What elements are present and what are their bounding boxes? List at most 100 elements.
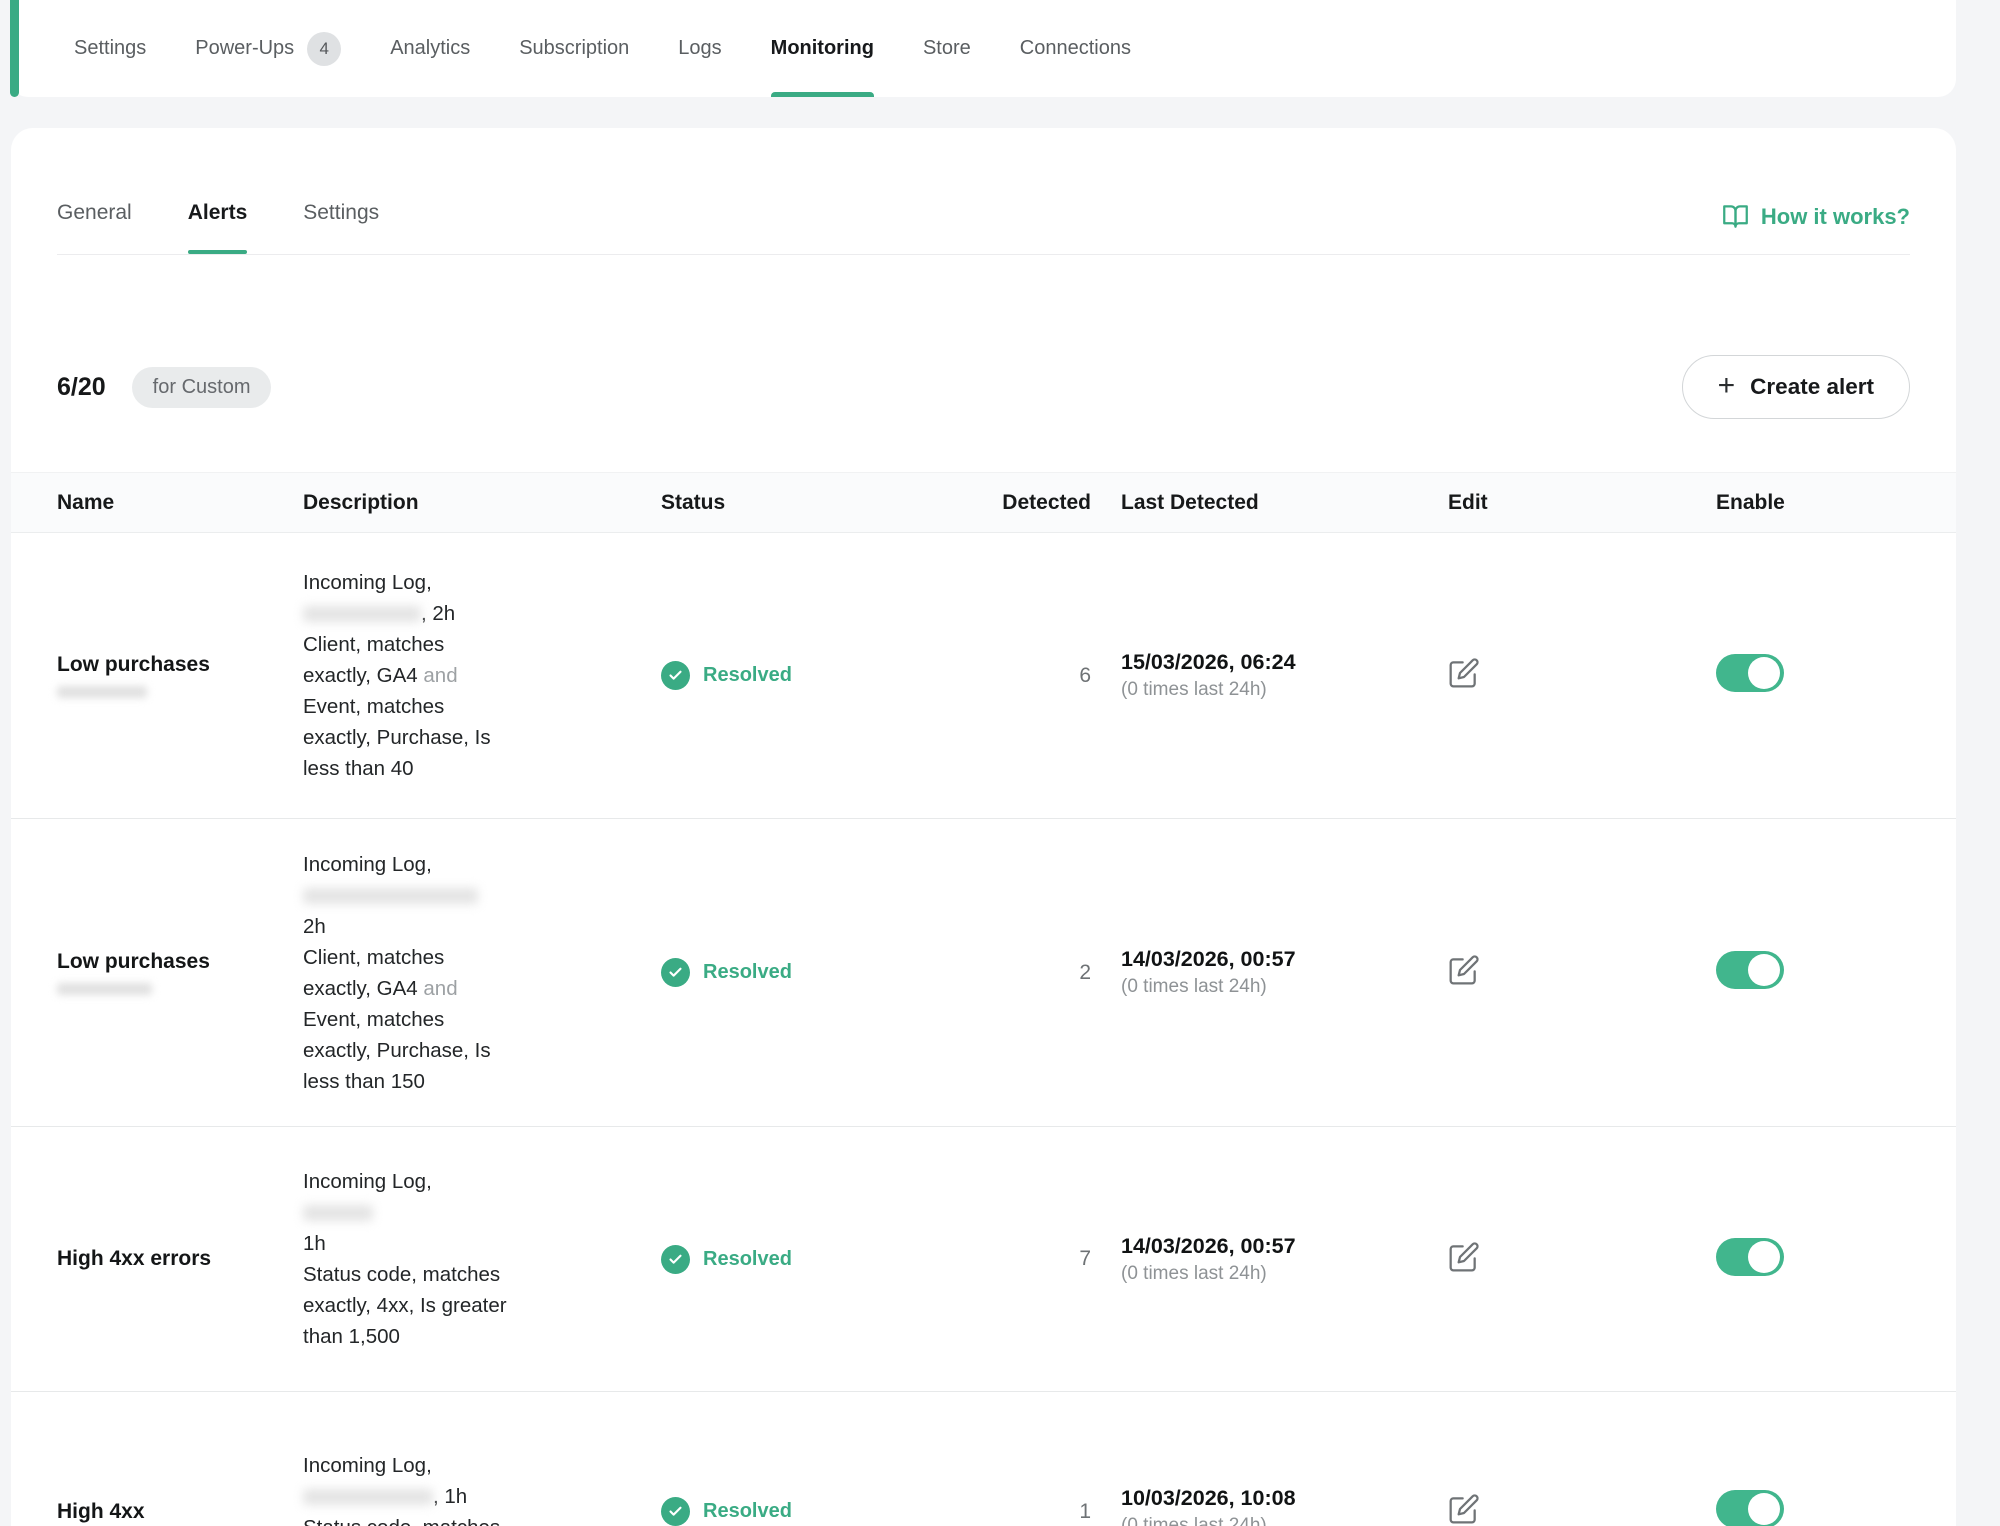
- last-detected-note: (0 times last 24h): [1121, 1515, 1448, 1526]
- col-header-name: Name: [57, 491, 303, 515]
- description-text: Incoming Log,: [303, 853, 432, 876]
- redacted-text: [303, 888, 478, 904]
- description-line: exactly, GA4 and: [303, 660, 661, 691]
- description-text: and: [423, 664, 457, 687]
- alert-name: Low purchases: [57, 950, 303, 974]
- how-it-works-label: How it works?: [1761, 204, 1910, 230]
- toggle-knob: [1748, 1241, 1780, 1273]
- enable-toggle[interactable]: [1716, 1238, 1784, 1276]
- status-badge: Resolved: [661, 958, 961, 987]
- edit-alert-button[interactable]: [1448, 1492, 1482, 1526]
- description-text: and: [423, 977, 457, 1000]
- subtab-settings[interactable]: Settings: [303, 198, 379, 254]
- enable-cell: [1716, 951, 1956, 994]
- redacted-text: [303, 606, 421, 622]
- nav-tab-analytics[interactable]: Analytics: [390, 0, 470, 97]
- edit-pencil-icon: [1448, 1493, 1482, 1525]
- table-row: High 4xx errorsIncoming Log,1hStatus cod…: [11, 1127, 1956, 1392]
- enable-toggle[interactable]: [1716, 1490, 1784, 1526]
- nav-tab-monitoring[interactable]: Monitoring: [771, 0, 874, 97]
- description-line: 2h: [303, 911, 661, 942]
- monitoring-panel: General Alerts Settings How it works? 6/20…: [11, 128, 1956, 1526]
- status-label: Resolved: [703, 1500, 792, 1523]
- redacted-text: [303, 1489, 433, 1505]
- redacted-text: [303, 1205, 373, 1221]
- col-header-last-detected: Last Detected: [1091, 491, 1448, 515]
- nav-tab-logs[interactable]: Logs: [678, 0, 721, 97]
- check-circle-icon: [661, 1497, 690, 1526]
- last-detected-note: (0 times last 24h): [1121, 1263, 1448, 1285]
- redacted-name-subtext: [57, 686, 147, 698]
- edit-cell: [1448, 953, 1716, 992]
- description-line: less than 150: [303, 1066, 661, 1097]
- check-circle-icon: [661, 1245, 690, 1274]
- alert-description: Incoming Log,, 1hStatus code, matchesexa…: [303, 1450, 661, 1526]
- last-detected-cell: 15/03/2026, 06:24(0 times last 24h): [1091, 650, 1448, 701]
- subtab-general[interactable]: General: [57, 198, 132, 254]
- create-alert-button[interactable]: + Create alert: [1682, 355, 1910, 419]
- col-header-detected: Detected: [961, 491, 1091, 515]
- last-detected-date: 14/03/2026, 00:57: [1121, 1234, 1448, 1259]
- description-line: than 1,500: [303, 1321, 661, 1352]
- description-line: exactly, Purchase, Is: [303, 722, 661, 753]
- nav-tab-label: Power-Ups: [195, 37, 294, 60]
- toggle-knob: [1748, 657, 1780, 689]
- edit-cell: [1448, 656, 1716, 695]
- enable-cell: [1716, 654, 1956, 697]
- status-badge: Resolved: [661, 1245, 961, 1274]
- table-row: High 4xxIncoming Log,, 1hStatus code, ma…: [11, 1392, 1956, 1526]
- nav-tab-store[interactable]: Store: [923, 0, 971, 97]
- description-line: Event, matches: [303, 691, 661, 722]
- enable-toggle[interactable]: [1716, 654, 1784, 692]
- description-text: Event, matches: [303, 695, 444, 718]
- last-detected-date: 14/03/2026, 00:57: [1121, 947, 1448, 972]
- enable-toggle[interactable]: [1716, 951, 1784, 989]
- description-text: Status code, matches: [303, 1263, 500, 1286]
- redacted-name-subtext: [57, 983, 152, 995]
- description-line: Incoming Log,: [303, 849, 661, 880]
- edit-alert-button[interactable]: [1448, 953, 1482, 987]
- nav-tab-label: Monitoring: [771, 37, 874, 60]
- subtabs-row: General Alerts Settings How it works?: [57, 128, 1910, 255]
- last-detected-note: (0 times last 24h): [1121, 679, 1448, 701]
- table-header-row: Name Description Status Detected Last De…: [11, 472, 1956, 533]
- description-text: Incoming Log,: [303, 1170, 432, 1193]
- alert-name-cell: High 4xx errors: [57, 1247, 303, 1271]
- description-text: exactly, Purchase, Is: [303, 726, 491, 749]
- description-line: , 2h: [303, 598, 661, 629]
- edit-pencil-icon: [1448, 1241, 1482, 1273]
- col-header-edit: Edit: [1448, 491, 1716, 515]
- description-line: , 1h: [303, 1481, 661, 1512]
- status-label: Resolved: [703, 1248, 792, 1271]
- detected-count: 7: [961, 1247, 1091, 1271]
- nav-tab-power-ups[interactable]: Power-Ups4: [195, 0, 341, 97]
- nav-tab-settings[interactable]: Settings: [74, 0, 146, 97]
- nav-tab-subscription[interactable]: Subscription: [519, 0, 629, 97]
- subtab-alerts[interactable]: Alerts: [188, 198, 248, 254]
- edit-cell: [1448, 1492, 1716, 1526]
- book-icon: [1722, 203, 1749, 230]
- alert-description: Incoming Log,1hStatus code, matchesexact…: [303, 1166, 661, 1352]
- description-text: Incoming Log,: [303, 1454, 432, 1477]
- description-text: exactly, GA4: [303, 977, 423, 1000]
- how-it-works-link[interactable]: How it works?: [1722, 203, 1910, 254]
- nav-tab-connections[interactable]: Connections: [1020, 0, 1131, 97]
- description-line: [303, 1197, 661, 1228]
- alert-name-cell: High 4xx: [57, 1500, 303, 1524]
- col-header-description: Description: [303, 491, 661, 515]
- edit-cell: [1448, 1240, 1716, 1279]
- nav-tab-label: Analytics: [390, 37, 470, 60]
- description-text: Event, matches: [303, 1008, 444, 1031]
- for-custom-badge: for Custom: [132, 367, 272, 408]
- edit-alert-button[interactable]: [1448, 656, 1482, 690]
- detected-count: 2: [961, 961, 1091, 985]
- nav-tab-label: Connections: [1020, 37, 1131, 60]
- edit-alert-button[interactable]: [1448, 1240, 1482, 1274]
- alert-description: Incoming Log,2hClient, matchesexactly, G…: [303, 849, 661, 1097]
- status-label: Resolved: [703, 961, 792, 984]
- alert-name-cell: Low purchases: [57, 950, 303, 995]
- alerts-count: 6/20: [57, 373, 106, 402]
- alert-name: Low purchases: [57, 653, 303, 677]
- enable-cell: [1716, 1238, 1956, 1281]
- left-accent-bar: [10, 0, 19, 97]
